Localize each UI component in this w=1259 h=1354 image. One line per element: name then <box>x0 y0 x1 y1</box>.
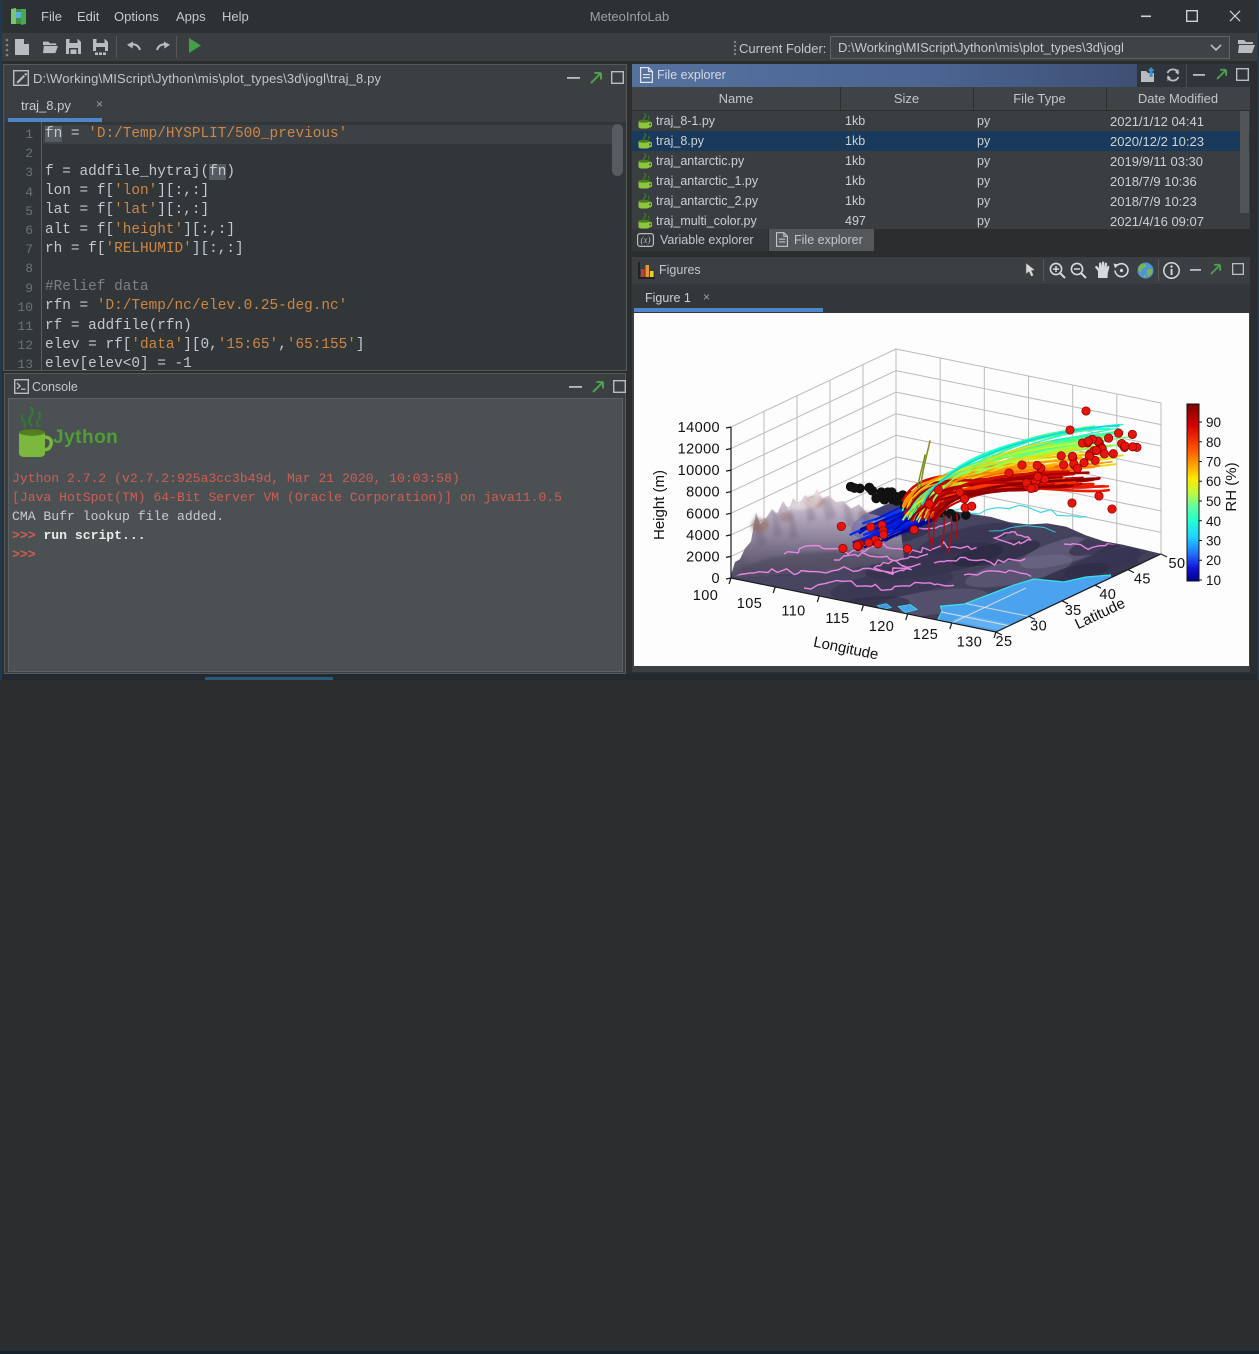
svg-text:50: 50 <box>1206 494 1221 509</box>
svg-text:Height (m): Height (m) <box>651 470 668 540</box>
svg-text:30: 30 <box>1206 534 1221 549</box>
svg-text:110: 110 <box>781 604 805 620</box>
svg-text:(x): (x) <box>641 235 651 245</box>
svg-text:40: 40 <box>1206 514 1221 529</box>
svg-text:60: 60 <box>1206 474 1221 489</box>
svg-text:30: 30 <box>1030 618 1047 634</box>
svg-text:100: 100 <box>693 588 718 604</box>
svg-text:125: 125 <box>913 627 938 643</box>
svg-text:45: 45 <box>1134 572 1151 588</box>
svg-text:12000: 12000 <box>678 442 720 458</box>
svg-text:Longitude: Longitude <box>812 634 880 664</box>
svg-text:50: 50 <box>1169 556 1186 572</box>
svg-text:RH (%): RH (%) <box>1223 462 1240 511</box>
svg-text:2000: 2000 <box>686 549 720 565</box>
svg-text:70: 70 <box>1206 455 1221 470</box>
svg-text:10: 10 <box>1206 573 1221 588</box>
svg-text:115: 115 <box>825 611 849 627</box>
svg-text:10000: 10000 <box>678 463 720 479</box>
svg-text:120: 120 <box>869 619 894 635</box>
svg-text:80: 80 <box>1206 435 1221 450</box>
svg-text:90: 90 <box>1206 415 1221 430</box>
svg-text:8000: 8000 <box>686 485 720 501</box>
svg-text:0: 0 <box>712 571 720 587</box>
svg-text:105: 105 <box>737 596 762 612</box>
svg-text:6000: 6000 <box>686 506 720 522</box>
svg-text:20: 20 <box>1206 553 1221 568</box>
svg-text:14000: 14000 <box>678 420 720 436</box>
svg-text:4000: 4000 <box>686 528 720 544</box>
svg-text:25: 25 <box>996 634 1013 650</box>
svg-text:130: 130 <box>957 635 982 651</box>
